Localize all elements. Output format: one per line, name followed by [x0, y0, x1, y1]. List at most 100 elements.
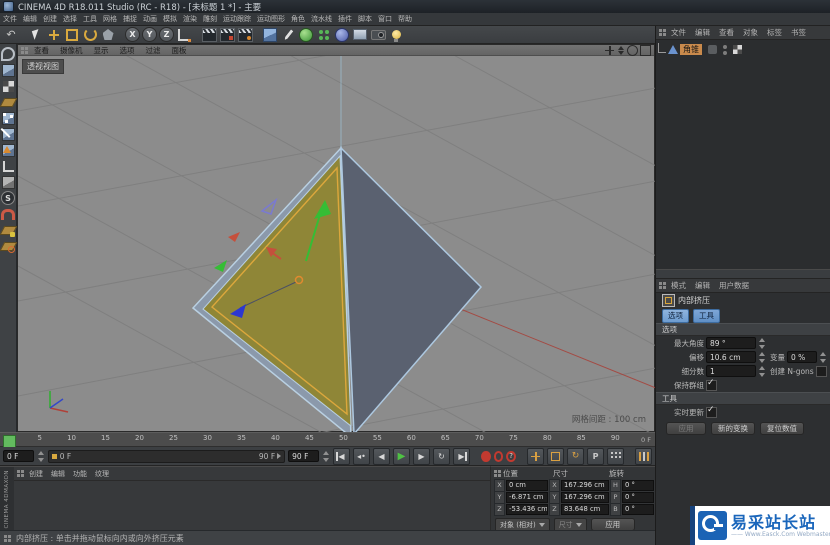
- record-rotation-toggle[interactable]: ↻: [567, 448, 584, 465]
- vp-menu-display[interactable]: 显示: [89, 45, 114, 56]
- menu-render[interactable]: 渲染: [180, 13, 200, 26]
- pos-x-field[interactable]: 0 cm: [506, 480, 548, 491]
- options-section-bar[interactable]: 选项: [656, 323, 830, 336]
- vp-menu-options[interactable]: 选项: [115, 45, 140, 56]
- subdivision-surface-icon[interactable]: [298, 27, 314, 43]
- variance-stepper[interactable]: [819, 352, 827, 363]
- realtime-update-checkbox[interactable]: [706, 407, 717, 418]
- mat-menu-edit[interactable]: 编辑: [48, 467, 68, 480]
- goto-start-button[interactable]: ◀: [333, 448, 350, 465]
- panel-grid-icon[interactable]: [21, 47, 28, 54]
- menu-pipeline[interactable]: 流水线: [308, 13, 335, 26]
- record-scale-toggle[interactable]: [547, 448, 564, 465]
- menu-select[interactable]: 选择: [60, 13, 80, 26]
- rot-b-field[interactable]: 0 °: [622, 504, 654, 515]
- texture-mode-icon[interactable]: [1, 79, 15, 93]
- object-manager-list[interactable]: 角锥: [656, 40, 830, 269]
- om-menu-bookmarks[interactable]: 书签: [787, 26, 810, 39]
- make-editable-icon[interactable]: [1, 47, 15, 61]
- slider-end-arrow-icon[interactable]: [277, 453, 281, 459]
- end-frame-field[interactable]: 90 F: [288, 450, 319, 462]
- subdivision-stepper[interactable]: [758, 366, 766, 377]
- play-forward-button[interactable]: ▶: [393, 448, 410, 465]
- mat-menu-create[interactable]: 创建: [26, 467, 46, 480]
- points-mode-icon[interactable]: [1, 111, 15, 125]
- current-frame-stepper[interactable]: [37, 451, 45, 462]
- visibility-dots[interactable]: [723, 45, 727, 55]
- vp-menu-panel[interactable]: 面板: [167, 45, 192, 56]
- vp-menu-cameras[interactable]: 摄像机: [55, 45, 88, 56]
- x-axis-lock-button[interactable]: X: [125, 27, 140, 42]
- menu-edit[interactable]: 编辑: [20, 13, 40, 26]
- menu-tools[interactable]: 工具: [80, 13, 100, 26]
- scale-tool-icon[interactable]: [64, 27, 80, 43]
- object-display-icon[interactable]: [708, 45, 717, 54]
- loop-toggle-button[interactable]: ↻: [433, 448, 450, 465]
- am-menu-userdata[interactable]: 用户数据: [715, 279, 753, 292]
- om-menu-tags[interactable]: 标签: [763, 26, 786, 39]
- vp-menu-view[interactable]: 查看: [29, 45, 54, 56]
- autokey-toggle-button[interactable]: [494, 451, 504, 462]
- timeline-ruler[interactable]: 05 1015 2025 3035 4045 5055 6065 7075 80…: [0, 432, 655, 447]
- om-menu-edit[interactable]: 编辑: [691, 26, 714, 39]
- viewport-rotate-icon[interactable]: [627, 45, 638, 56]
- deformer-icon[interactable]: [334, 27, 350, 43]
- pyramid-right-face[interactable]: [341, 148, 481, 433]
- spline-pen-icon[interactable]: [280, 27, 296, 43]
- last-tool-icon[interactable]: [100, 27, 116, 43]
- panel-grid-icon[interactable]: [659, 29, 666, 36]
- end-frame-stepper[interactable]: [322, 451, 330, 462]
- snap-settings-icon[interactable]: S: [1, 191, 15, 205]
- menu-help[interactable]: 帮助: [395, 13, 415, 26]
- move-tool-icon[interactable]: [46, 27, 62, 43]
- om-menu-objects[interactable]: 对象: [739, 26, 762, 39]
- uvw-tag-icon[interactable]: [733, 45, 742, 54]
- viewport-zoom-icon[interactable]: [616, 46, 625, 55]
- size-y-field[interactable]: 167.296 cm: [561, 492, 609, 503]
- tab-tool[interactable]: 工具: [693, 309, 720, 323]
- offset-field[interactable]: 10.6 cm: [706, 351, 756, 363]
- am-menu-mode[interactable]: 模式: [667, 279, 690, 292]
- record-parameter-toggle[interactable]: P: [587, 448, 604, 465]
- tool-section-bar[interactable]: 工具: [656, 392, 830, 405]
- keyframe-selection-button[interactable]: ?: [506, 451, 516, 462]
- om-menu-file[interactable]: 文件: [667, 26, 690, 39]
- tab-options[interactable]: 选项: [662, 309, 689, 323]
- frame-range-slider[interactable]: 0 F 90 F: [48, 450, 285, 463]
- mat-menu-texture[interactable]: 纹理: [92, 467, 112, 480]
- pos-y-field[interactable]: -6.871 cm: [506, 492, 548, 503]
- record-keyframe-button[interactable]: [481, 451, 491, 462]
- menu-plugins[interactable]: 插件: [335, 13, 355, 26]
- max-angle-field[interactable]: 89 °: [706, 337, 756, 349]
- camera-icon[interactable]: [370, 27, 386, 43]
- pyramid-object[interactable]: [193, 148, 481, 433]
- add-primitive-icon[interactable]: [262, 27, 278, 43]
- viewport-pan-icon[interactable]: [605, 46, 614, 55]
- menu-snap[interactable]: 捕捉: [120, 13, 140, 26]
- planar-workplane-icon[interactable]: [1, 239, 15, 253]
- viewport-scene[interactable]: [18, 56, 656, 433]
- vp-menu-filter[interactable]: 过滤: [141, 45, 166, 56]
- record-pla-toggle[interactable]: [607, 448, 624, 465]
- pyramid-object-icon[interactable]: [668, 45, 678, 54]
- menu-mesh[interactable]: 网格: [100, 13, 120, 26]
- y-axis-lock-button[interactable]: Y: [142, 27, 157, 42]
- new-transform-button[interactable]: 新的变换: [711, 422, 755, 435]
- viewport-maximize-icon[interactable]: [640, 45, 651, 56]
- size-z-field[interactable]: 83.648 cm: [561, 504, 609, 515]
- menu-character[interactable]: 角色: [288, 13, 308, 26]
- panel-grid-icon[interactable]: [17, 470, 24, 477]
- panel-grid-icon[interactable]: [494, 470, 501, 477]
- apply-button[interactable]: 应用: [666, 422, 706, 435]
- menu-script[interactable]: 脚本: [355, 13, 375, 26]
- lock-workplane-icon[interactable]: [1, 223, 15, 237]
- live-selection-icon[interactable]: [28, 27, 44, 43]
- array-modeling-icon[interactable]: [316, 27, 332, 43]
- record-position-toggle[interactable]: [527, 448, 544, 465]
- z-axis-lock-button[interactable]: Z: [159, 27, 174, 42]
- om-menu-view[interactable]: 查看: [715, 26, 738, 39]
- menu-create[interactable]: 创建: [40, 13, 60, 26]
- edges-mode-icon[interactable]: [1, 127, 15, 141]
- mat-menu-function[interactable]: 功能: [70, 467, 90, 480]
- current-frame-field[interactable]: 0 F: [3, 450, 34, 462]
